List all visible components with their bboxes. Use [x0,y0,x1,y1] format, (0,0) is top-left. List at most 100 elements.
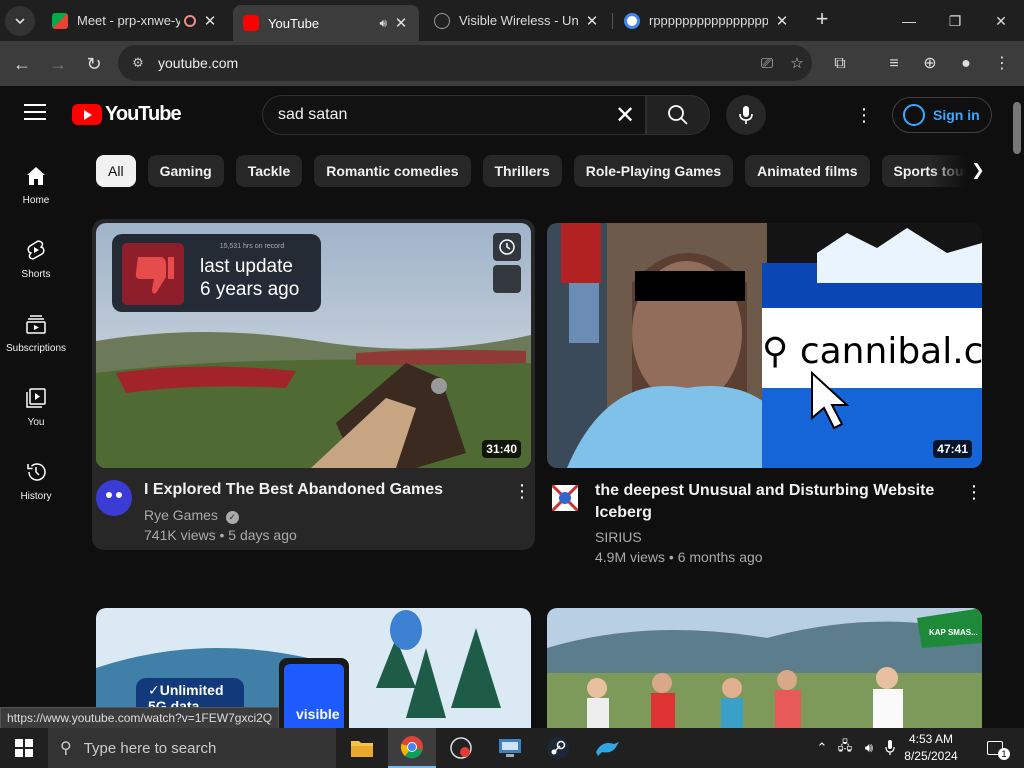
reload-button[interactable]: ↻ [80,50,108,78]
subscriptions-icon [24,312,48,336]
video-title[interactable]: the deepest Unusual and Disturbing Websi… [595,480,955,524]
search-icon: ⚲ [60,740,72,757]
site-settings-icon[interactable]: ⚙︎ [124,55,152,71]
video-title[interactable]: I Explored The Best Abandoned Games [144,479,504,501]
video-card[interactable]: ⚲ cannibal.c 47:41 the deepest Unusual a… [547,223,984,568]
close-tab-icon[interactable]: ✕ [774,12,790,30]
window-close-button[interactable]: ✕ [978,6,1024,36]
page-scrollbar[interactable] [1008,86,1024,727]
start-button[interactable] [0,728,48,768]
watch-later-icon[interactable] [493,233,521,261]
speaker-icon[interactable]: 🔊︎ [379,16,387,31]
browser-tab-strip: Meet - prp-xnwe-y ✕ YouTube 🔊︎ ✕ Visible… [0,0,1024,41]
new-tab-button[interactable]: + [810,8,834,32]
thumbnail-overlay-text: ⚲ cannibal.c [762,331,982,372]
forward-button[interactable]: → [44,50,72,78]
media-controls-icon[interactable]: ≡ [880,50,908,78]
youtube-header: YouTube ✕ ⋮ Sign in [0,86,1008,142]
back-button[interactable]: ← [8,50,36,78]
taskbar-search-box[interactable]: ⚲ Type here to search [48,728,336,768]
sidebar-item-you[interactable]: You [0,364,72,438]
close-tab-icon[interactable]: ✕ [393,14,409,32]
meet-favicon-icon [52,12,68,29]
sidebar-item-shorts[interactable]: Shorts [0,216,72,290]
taskbar-app-windows-update[interactable] [486,728,534,768]
restore-button[interactable]: ❐ [932,6,978,36]
taskbar-chrome[interactable] [388,728,436,768]
taskbar-app-obs[interactable] [437,728,485,768]
home-icon [24,164,48,188]
close-tab-icon[interactable]: ✕ [584,12,600,30]
channel-name[interactable]: Rye Games ✓ [144,507,239,524]
settings-more-icon[interactable]: ⋮ [852,103,876,127]
chrome-menu-icon[interactable]: ⋮ [988,50,1016,78]
video-thumbnail[interactable]: ⚲ cannibal.c 47:41 [547,223,982,468]
chip-romantic-comedies[interactable]: Romantic comedies [314,155,471,187]
browser-toolbar: ← → ↻ ⚙︎ youtube.com ⎚ ☆ ⧉ ≡ ⊕ ● ⋮ [0,41,1024,86]
search-input[interactable] [278,106,605,124]
sidebar-item-home[interactable]: Home [0,142,72,216]
video-thumbnail[interactable]: KAP SMAS... [547,608,982,728]
more-options-icon[interactable]: ⋮ [512,479,532,503]
hamburger-menu-icon[interactable] [24,104,46,122]
sidebar-item-history[interactable]: History [0,438,72,512]
chrome-icon [400,736,423,759]
sidebar-item-subscriptions[interactable]: Subscriptions [0,290,72,364]
sign-in-button[interactable]: Sign in [892,97,992,133]
monitor-app-icon [499,739,521,757]
chip-role-playing-games[interactable]: Role-Playing Games [573,155,734,187]
chip-animated-films[interactable]: Animated films [745,155,870,187]
taskbar-steam[interactable] [534,728,582,768]
thumbnail-overlay-text: KAP SMAS... [929,628,978,637]
profile-icon[interactable]: ● [952,50,980,78]
verified-badge-icon: ✓ [225,511,239,524]
thumbs-down-icon [122,243,184,305]
taskbar-clock[interactable]: 4:53 AM 8/25/2024 [896,731,966,765]
volume-icon[interactable]: 🔊︎ [858,728,880,768]
video-duration: 47:41 [933,440,972,458]
bookmark-star-icon[interactable]: ☆ [782,54,812,72]
thumbnail-brand-text: visible [296,706,340,722]
folder-icon [351,741,373,757]
more-options-icon[interactable]: ⋮ [964,480,984,504]
sidebar: Home Shorts Subscriptions You History [0,142,72,727]
thumbnail-image [547,608,982,728]
channel-avatar[interactable] [550,483,580,513]
steam-icon [547,737,569,759]
tab-meet[interactable]: Meet - prp-xnwe-y ✕ [42,5,228,36]
notifications-button[interactable]: 1 [978,728,1012,768]
minimize-button[interactable]: — [886,6,932,36]
downloads-icon[interactable]: ⊕ [916,50,944,78]
scrollbar-thumb[interactable] [1013,102,1021,154]
taskbar-file-explorer[interactable] [338,728,386,768]
youtube-logo[interactable]: YouTube [72,103,182,126]
channel-name[interactable]: SIRIUS [595,529,642,545]
close-tab-icon[interactable]: ✕ [202,12,218,30]
tab-youtube[interactable]: YouTube 🔊︎ ✕ [233,5,419,41]
tab-google-search[interactable]: rpppppppppppppppp ✕ [614,5,800,36]
network-icon[interactable]: 🖧︎ [834,728,856,768]
taskbar-app-dolphin[interactable] [583,728,631,768]
chip-gaming[interactable]: Gaming [147,155,224,187]
dolphin-icon [596,742,619,756]
show-hidden-icons-chevron-icon[interactable]: ⌃ [812,728,832,768]
video-card[interactable]: 15,531 hrs on record last update 6 years… [92,219,535,550]
search-button[interactable] [646,95,710,135]
channel-avatar[interactable] [96,480,132,516]
voice-search-button[interactable] [726,95,766,135]
tab-visible-wireless[interactable]: Visible Wireless - Unli ✕ [424,5,610,36]
tab-search-button[interactable] [5,5,35,36]
search-box[interactable]: ✕ [262,95,646,135]
chip-thrillers[interactable]: Thrillers [482,155,562,187]
recording-icon [184,14,196,27]
address-bar[interactable]: ⚙︎ youtube.com ⎚ ☆ [118,45,812,81]
clear-search-icon[interactable]: ✕ [605,101,645,130]
chip-all[interactable]: All [96,155,136,187]
chevron-right-icon[interactable]: ❯ [962,155,994,187]
notification-badge: 1 [998,748,1010,760]
chip-tackle[interactable]: Tackle [235,155,303,187]
video-thumbnail[interactable]: 15,531 hrs on record last update 6 years… [96,223,531,468]
extensions-icon[interactable]: ⧉ [826,50,854,78]
add-to-queue-icon[interactable] [493,265,521,293]
install-app-icon[interactable]: ⎚ [752,55,782,72]
